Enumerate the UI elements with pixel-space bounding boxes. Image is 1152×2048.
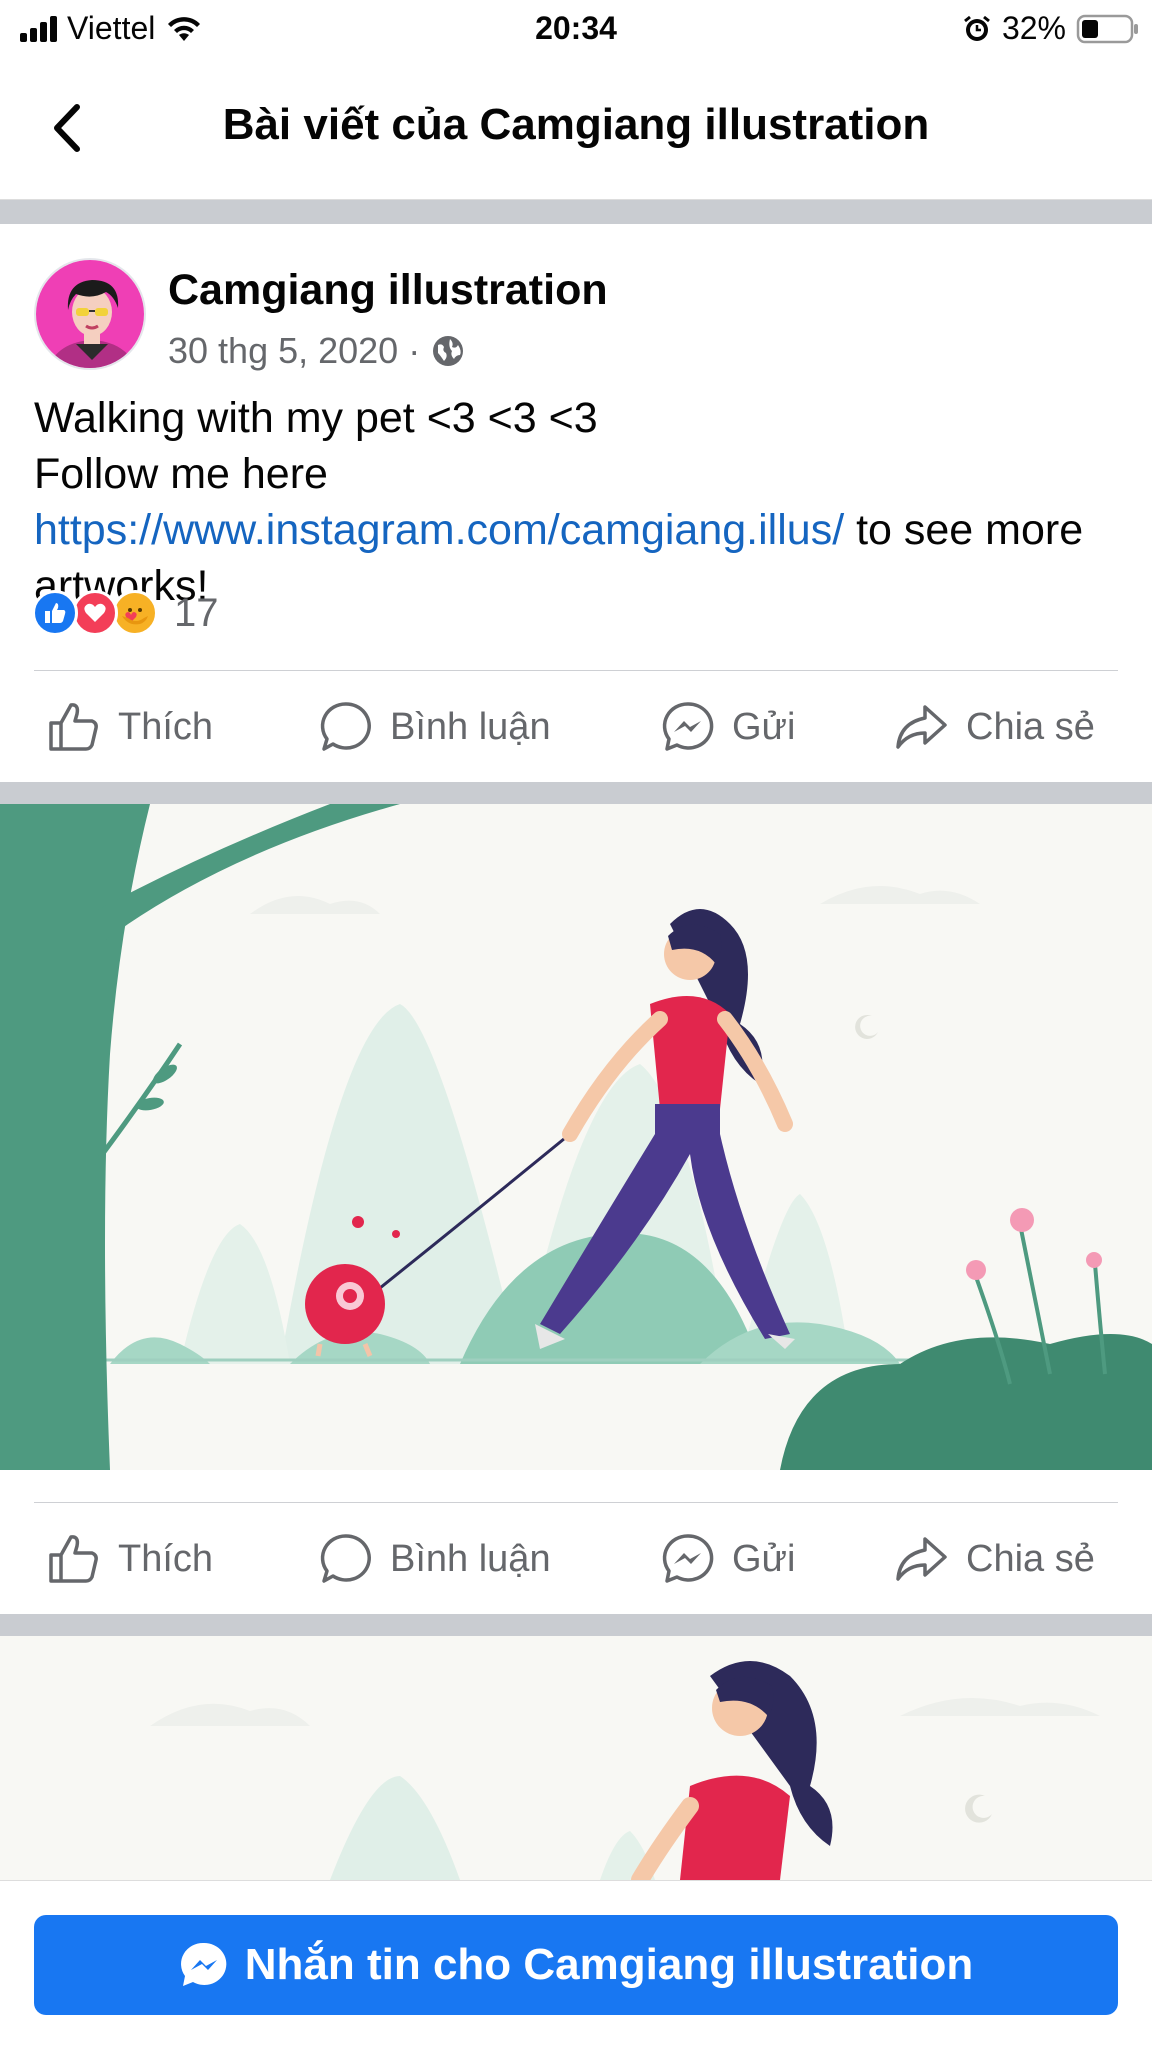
thumbs-up-icon	[49, 1535, 98, 1583]
globe-icon	[433, 336, 464, 366]
reaction-count: 17	[174, 590, 219, 635]
alarm-icon	[964, 15, 990, 41]
send-button[interactable]: Gửi	[660, 1531, 795, 1587]
comment-bubble-icon	[320, 702, 371, 751]
image-action-bar: Thích Bình luận Gửi Chia sẻ	[0, 1504, 1152, 1614]
share-arrow-icon	[896, 705, 947, 749]
meta-separator: ·	[408, 330, 421, 371]
post-date[interactable]: 30 thg 5, 2020	[168, 330, 398, 372]
message-button-label: Nhắn tin cho Camgiang illustration	[244, 1940, 974, 1989]
post-text-line1: Walking with my pet <3 <3 <3	[34, 394, 598, 442]
post-text-prefix: Follow me here	[34, 450, 328, 498]
reaction-summary[interactable]: 17	[32, 590, 219, 636]
messenger-icon	[662, 702, 714, 751]
footer-bar: Nhắn tin cho Camgiang illustration	[0, 1880, 1152, 2048]
like-button[interactable]: Thích	[46, 1531, 213, 1587]
like-label: Thích	[118, 705, 214, 748]
share-arrow-icon	[896, 1537, 947, 1581]
send-label: Gửi	[732, 705, 796, 748]
comment-bubble-icon	[320, 1534, 371, 1583]
comment-button[interactable]: Bình luận	[318, 1531, 551, 1587]
post-action-bar: Thích Bình luận Gửi Chia sẻ	[0, 672, 1152, 782]
post-image[interactable]	[0, 1636, 1152, 1880]
share-label: Chia sẻ	[966, 705, 1095, 748]
battery-icon	[1076, 14, 1138, 43]
status-bar: Viettel 20:34 32%	[0, 0, 1152, 60]
love-reaction-icon	[72, 590, 118, 636]
message-page-button[interactable]: Nhắn tin cho Camgiang illustration	[34, 1915, 1118, 2015]
share-button[interactable]: Chia sẻ	[892, 1531, 1095, 1587]
section-divider	[0, 782, 1152, 804]
share-button[interactable]: Chia sẻ	[892, 699, 1095, 755]
comment-button[interactable]: Bình luận	[318, 699, 551, 755]
status-right: 32%	[962, 10, 1140, 47]
battery-percent: 32%	[1001, 10, 1066, 46]
walking-illustration-preview	[0, 1636, 1152, 1880]
page-title: Bài viết của Camgiang illustration	[222, 100, 930, 149]
top-navigation-bar: Bài viết của Camgiang illustration	[0, 60, 1152, 200]
author-name[interactable]: Camgiang illustration	[168, 266, 608, 315]
post-image[interactable]	[0, 804, 1152, 1470]
like-label: Thích	[118, 1537, 214, 1580]
section-divider	[0, 1614, 1152, 1636]
separator-line	[34, 1502, 1118, 1503]
avatar-illustration	[36, 260, 144, 368]
messenger-icon	[180, 1942, 227, 1986]
send-label: Gửi	[732, 1537, 796, 1580]
like-reaction-icon	[32, 590, 78, 636]
share-label: Chia sẻ	[966, 1537, 1095, 1580]
comment-label: Bình luận	[390, 1537, 551, 1580]
section-divider	[0, 200, 1152, 224]
post-meta: 30 thg 5, 2020 ·	[168, 330, 466, 372]
separator-line	[34, 670, 1118, 671]
care-reaction-icon	[112, 590, 158, 636]
send-button[interactable]: Gửi	[660, 699, 795, 755]
messenger-icon	[662, 1534, 714, 1583]
thumbs-up-icon	[49, 703, 98, 751]
author-avatar[interactable]	[34, 258, 146, 370]
post-text-line2: Follow me here https://www.instagram.com…	[34, 446, 1124, 614]
instagram-link[interactable]: https://www.instagram.com/camgiang.illus…	[34, 506, 844, 554]
post-body: Walking with my pet <3 <3 <3 Follow me h…	[34, 390, 1124, 614]
like-button[interactable]: Thích	[46, 699, 213, 755]
comment-label: Bình luận	[390, 705, 551, 748]
walking-with-pet-illustration	[0, 804, 1152, 1470]
